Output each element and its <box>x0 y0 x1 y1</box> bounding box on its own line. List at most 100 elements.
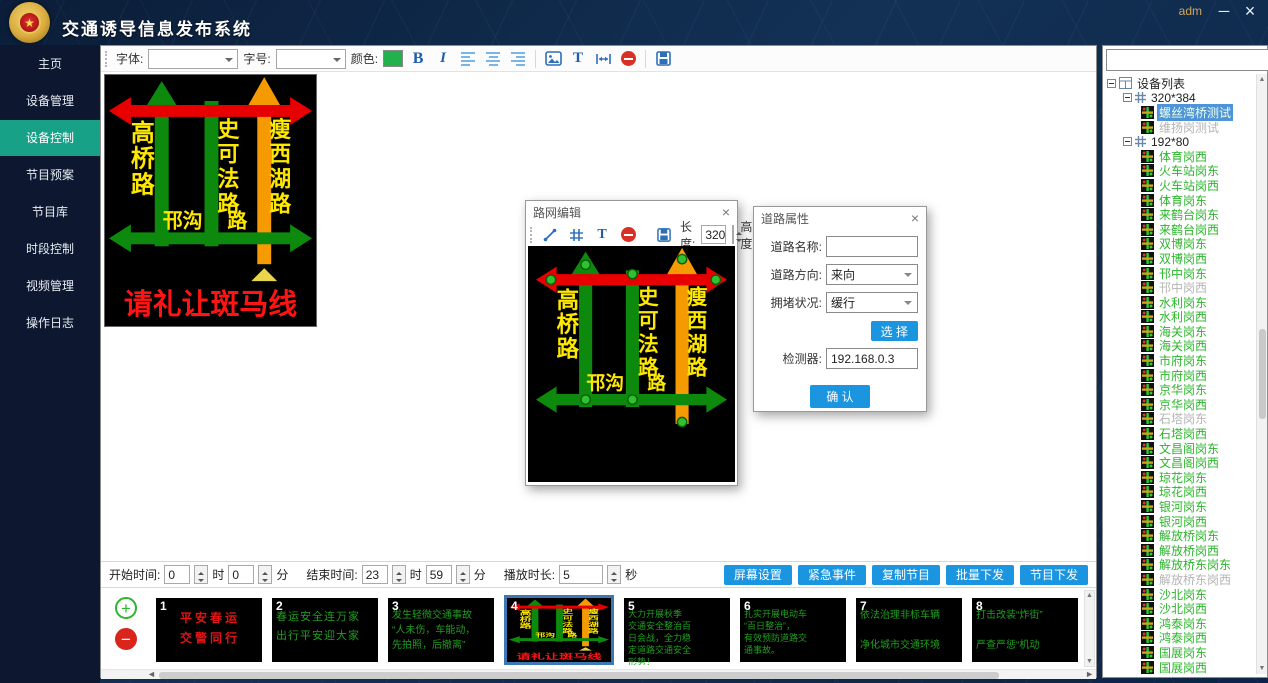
align-left-icon[interactable] <box>458 49 478 69</box>
playlist-vertical-scrollbar[interactable]: ▲ ▼ <box>1084 590 1095 667</box>
end-hour-input[interactable]: 23 <box>362 565 388 584</box>
tree-device-2-24[interactable]: 琼花岗西 <box>1103 485 1267 500</box>
save-icon[interactable] <box>653 49 673 69</box>
delete-icon[interactable] <box>618 49 638 69</box>
tree-device-2-4[interactable]: 体育岗东 <box>1103 193 1267 208</box>
add-program-button[interactable]: + <box>115 597 137 619</box>
tree-device-2-14[interactable]: 海关岗西 <box>1103 339 1267 354</box>
action-button-1[interactable]: 屏幕设置 <box>724 565 792 585</box>
editor-text-tool-button[interactable]: T <box>592 225 612 245</box>
minimize-icon[interactable]: ─ <box>1214 3 1234 20</box>
scroll-up-icon[interactable]: ▲ <box>1086 592 1093 599</box>
action-button-4[interactable]: 批量下发 <box>946 565 1014 585</box>
duration-spinner[interactable] <box>607 565 621 584</box>
tree-device-2-10[interactable]: 邗中岗西 <box>1103 280 1267 295</box>
tree-device-2-31[interactable]: 沙北岗东 <box>1103 587 1267 602</box>
tree-device-2-29[interactable]: 解放桥东岗东 <box>1103 558 1267 573</box>
tree-device-2-8[interactable]: 双博岗西 <box>1103 251 1267 266</box>
align-right-icon[interactable] <box>508 49 528 69</box>
sidebar-item-5[interactable]: 节目库 <box>0 194 100 230</box>
tree-device-2-36[interactable]: 国展岗西 <box>1103 660 1267 674</box>
road-name-input[interactable] <box>826 236 918 257</box>
length-spinner[interactable] <box>732 225 734 244</box>
tree-device-1-2[interactable]: 维扬岗测试 <box>1103 120 1267 135</box>
action-button-2[interactable]: 紧急事件 <box>798 565 866 585</box>
tree-scroll-up-icon[interactable]: ▲ <box>1259 76 1266 83</box>
font-select[interactable] <box>148 49 238 69</box>
sidebar-item-1[interactable]: 主页 <box>0 46 100 82</box>
tree-device-2-19[interactable]: 石塔岗东 <box>1103 412 1267 427</box>
tree-device-2-26[interactable]: 银河岗西 <box>1103 514 1267 529</box>
props-dialog-titlebar[interactable]: 道路属性 × <box>754 207 926 229</box>
design-canvas[interactable]: 高桥路史可法路瘦西湖路邗沟路请礼让斑马线 路网编辑 × T <box>101 72 1096 561</box>
tree-device-2-13[interactable]: 海关岗东 <box>1103 324 1267 339</box>
props-close-icon[interactable]: × <box>911 210 919 226</box>
road-direction-select[interactable]: 来向 <box>826 264 918 285</box>
tree-device-2-32[interactable]: 沙北岗西 <box>1103 601 1267 616</box>
editor-close-icon[interactable]: × <box>722 204 730 220</box>
tree-device-2-15[interactable]: 市府岗东 <box>1103 353 1267 368</box>
tree-device-2-30[interactable]: 解放桥东岗西 <box>1103 572 1267 587</box>
remove-program-button[interactable]: − <box>115 628 137 650</box>
close-icon[interactable]: × <box>1240 1 1260 22</box>
color-swatch[interactable] <box>383 50 403 67</box>
sidebar-item-8[interactable]: 操作日志 <box>0 305 100 341</box>
tree-device-2-3[interactable]: 火车站岗西 <box>1103 178 1267 193</box>
start-minute-input[interactable]: 0 <box>228 565 254 584</box>
tree-device-2-33[interactable]: 鸿泰岗东 <box>1103 616 1267 631</box>
collapse-icon[interactable] <box>1123 93 1132 102</box>
scroll-right-icon[interactable]: ► <box>1085 669 1094 679</box>
tree-device-2-21[interactable]: 文昌阁岗东 <box>1103 441 1267 456</box>
tree-device-2-27[interactable]: 解放桥岗东 <box>1103 528 1267 543</box>
end-minute-input[interactable]: 59 <box>426 565 452 584</box>
tree-root-device-list[interactable]: 设备列表 <box>1103 76 1267 91</box>
tree-device-2-35[interactable]: 国展岗东 <box>1103 645 1267 660</box>
text-tool-button[interactable]: T <box>568 49 588 69</box>
playlist-item-4[interactable]: 4高桥路史可法路瘦西湖路邗沟路请礼让斑马线 <box>504 595 614 665</box>
playlist-item-7[interactable]: 7依法治理非标车辆 净化城市交通环境 <box>856 598 962 662</box>
tree-device-2-34[interactable]: 鸿泰岗西 <box>1103 631 1267 646</box>
playlist-item-1[interactable]: 1平安春运交警同行 <box>156 598 262 662</box>
action-button-3[interactable]: 复制节目 <box>872 565 940 585</box>
insert-image-icon[interactable] <box>543 49 563 69</box>
editor-canvas[interactable]: 高桥路史可法路瘦西湖路邗沟路 <box>528 246 735 482</box>
sidebar-item-7[interactable]: 视频管理 <box>0 268 100 304</box>
end-hour-spinner[interactable] <box>392 565 406 584</box>
sign-preview[interactable]: 高桥路史可法路瘦西湖路邗沟路请礼让斑马线 <box>104 74 317 327</box>
scroll-down-icon[interactable]: ▼ <box>1086 658 1093 665</box>
editor-dialog-titlebar[interactable]: 路网编辑 × <box>526 201 737 223</box>
playlist-horizontal-scrollbar[interactable]: ◄ ► <box>101 669 1096 679</box>
tree-device-2-1[interactable]: 体育岗西 <box>1103 149 1267 164</box>
tree-device-2-23[interactable]: 琼花岗东 <box>1103 470 1267 485</box>
size-select[interactable] <box>276 49 346 69</box>
tree-device-1-1[interactable]: 螺丝湾桥测试 <box>1103 105 1267 120</box>
end-minute-spinner[interactable] <box>456 565 470 584</box>
editor-delete-icon[interactable] <box>618 225 638 245</box>
scrollbar-thumb[interactable] <box>159 672 999 679</box>
draw-line-icon[interactable] <box>540 225 560 245</box>
tree-device-2-12[interactable]: 水利岗西 <box>1103 310 1267 325</box>
tree-group-1[interactable]: 320*384 <box>1103 91 1267 106</box>
tree-device-2-22[interactable]: 文昌阁岗西 <box>1103 455 1267 470</box>
tree-device-2-18[interactable]: 京华岗西 <box>1103 397 1267 412</box>
playlist-item-5[interactable]: 5大力开展秋季交通安全整治百日会战，全力稳定道路交通安全形势！ <box>624 598 730 662</box>
italic-button[interactable]: I <box>433 49 453 69</box>
sidebar-item-3[interactable]: 设备控制 <box>0 120 100 156</box>
tree-device-2-16[interactable]: 市府岗西 <box>1103 368 1267 383</box>
playlist-item-2[interactable]: 2春运安全连万家出行平安迎大家 <box>272 598 378 662</box>
tree-device-2-2[interactable]: 火车站岗东 <box>1103 164 1267 179</box>
sidebar-item-4[interactable]: 节目预案 <box>0 157 100 193</box>
tree-device-2-11[interactable]: 水利岗东 <box>1103 295 1267 310</box>
playlist-item-8[interactable]: 8打击改装“炸街” 严查严惩“机动 <box>972 598 1078 662</box>
start-minute-spinner[interactable] <box>258 565 272 584</box>
scroll-left-icon[interactable]: ◄ <box>147 669 156 679</box>
bold-button[interactable]: B <box>408 49 428 69</box>
tree-device-2-25[interactable]: 银河岗东 <box>1103 499 1267 514</box>
length-input[interactable]: 320 <box>701 225 726 244</box>
tree-group-2[interactable]: 192*80 <box>1103 134 1267 149</box>
select-button[interactable]: 选 择 <box>871 321 918 341</box>
tree-scroll-down-icon[interactable]: ▼ <box>1259 665 1266 672</box>
tree-device-2-20[interactable]: 石塔岗西 <box>1103 426 1267 441</box>
detector-input[interactable]: 192.168.0.3 <box>826 348 918 369</box>
road-icon[interactable] <box>566 225 586 245</box>
